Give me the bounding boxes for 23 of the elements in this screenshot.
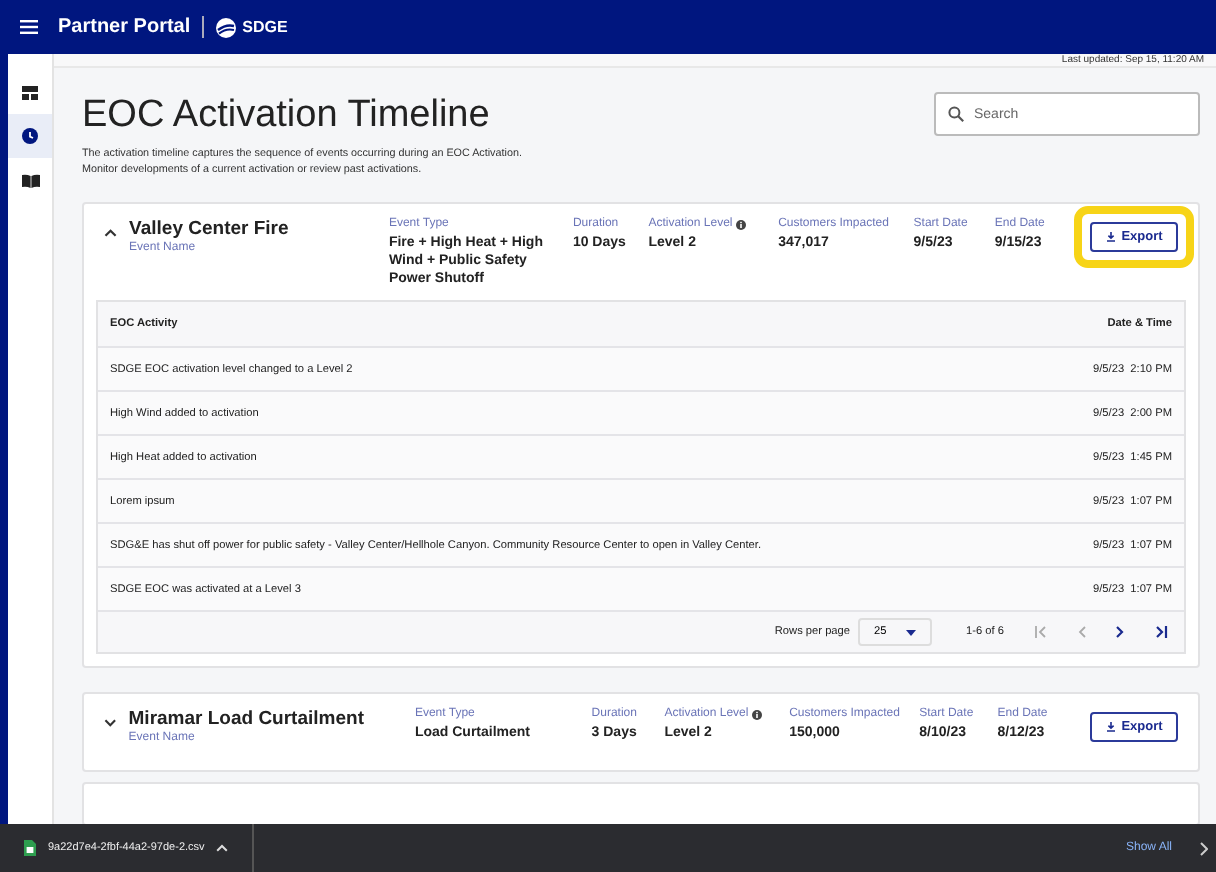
brand-name: SDGE: [242, 18, 288, 36]
caret-up-icon[interactable]: [216, 844, 229, 852]
next-page-icon[interactable]: [1116, 626, 1124, 638]
chevron-icon[interactable]: [104, 718, 117, 728]
download-icon: [1105, 722, 1116, 732]
download-icon: [1105, 232, 1116, 242]
event-name: Miramar Load Curtailment: [128, 708, 366, 730]
clock-icon: [22, 128, 38, 144]
close-icon[interactable]: [1200, 841, 1208, 855]
book-icon: [21, 173, 39, 187]
dashboard-icon: [22, 85, 38, 99]
menu-icon[interactable]: [20, 20, 38, 34]
page-title: EOC Activation Timeline: [82, 94, 490, 138]
file-icon: [24, 840, 36, 856]
sidebar-item[interactable]: [8, 114, 52, 158]
caret-icon: [906, 629, 917, 635]
event-name: Valley Center Fire: [129, 218, 291, 240]
portal-title: Partner Portal: [58, 16, 191, 38]
chevron-icon[interactable]: [104, 228, 118, 238]
globe-logo-icon: [216, 17, 237, 37]
info-icon[interactable]: [752, 709, 763, 719]
last-page-icon[interactable]: [1154, 626, 1168, 638]
info-icon[interactable]: [736, 219, 747, 229]
